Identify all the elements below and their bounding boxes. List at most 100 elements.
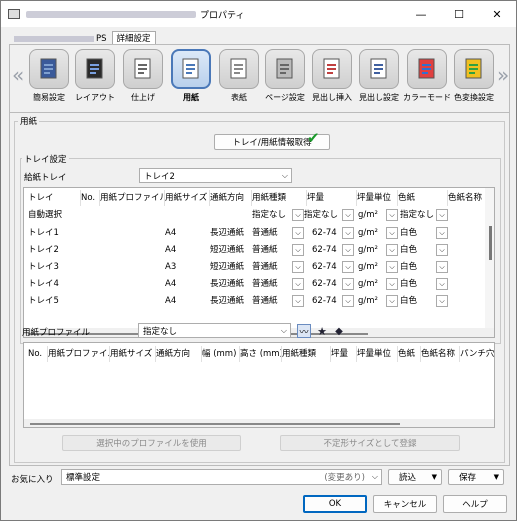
toolbar-item-9[interactable]: 色変換設定: [451, 49, 497, 103]
paper-group-title: 用紙: [18, 115, 40, 127]
tray-table-row[interactable]: トレイ2 A4 短辺通紙 普通紙 62-74 g/m² 白色 ⌵ ⌵ ⌵ ⌵: [24, 242, 485, 258]
toolbar-item-2[interactable]: 仕上げ: [120, 49, 166, 103]
tray-cell: 短辺通紙: [210, 245, 245, 255]
tray-cell: 62-74: [312, 245, 337, 255]
cell-dropdown-icon[interactable]: ⌵: [292, 295, 304, 307]
use-selected-profile-button[interactable]: 選択中のプロファイルを使用: [62, 435, 241, 451]
dropdown-arrow-icon[interactable]: ▼: [494, 473, 499, 481]
star-icon[interactable]: ★: [315, 324, 329, 338]
cell-dropdown-icon[interactable]: ⌵: [386, 244, 398, 256]
tray-cell: A4: [165, 245, 177, 255]
tray-column-header[interactable]: 用紙種類: [252, 190, 307, 206]
dropdown-arrow-icon[interactable]: ▼: [432, 473, 437, 481]
cell-dropdown-icon[interactable]: ⌵: [436, 209, 448, 221]
hscroll-thumb[interactable]: [30, 423, 400, 425]
help-button[interactable]: ヘルプ: [443, 495, 507, 513]
tray-column-header[interactable]: 色紙: [398, 190, 448, 206]
load-button[interactable]: 読込 ▼: [388, 469, 442, 485]
tray-table-vscrollbar[interactable]: [485, 188, 494, 328]
profile-column-header[interactable]: 幅 (mm): [202, 346, 240, 362]
cell-dropdown-icon[interactable]: ⌵: [436, 261, 448, 273]
tray-column-header[interactable]: No.: [81, 190, 100, 206]
register-custom-size-button[interactable]: 不定形サイズとして登録: [280, 435, 460, 451]
paper-profile-select[interactable]: 指定なし ⌵: [138, 323, 291, 338]
cell-dropdown-icon[interactable]: ⌵: [292, 278, 304, 290]
cell-dropdown-icon[interactable]: ⌵: [342, 209, 354, 221]
cell-dropdown-icon[interactable]: ⌵: [386, 261, 398, 273]
feed-tray-select[interactable]: トレイ2 ⌵: [139, 168, 292, 183]
tray-table-row[interactable]: トレイ5 A4 長辺通紙 普通紙 62-74 g/m² 白色 ⌵ ⌵ ⌵ ⌵: [24, 293, 485, 309]
profile-column-header[interactable]: 用紙種類: [282, 346, 331, 362]
profile-column-header[interactable]: No.: [28, 346, 48, 362]
tray-column-header[interactable]: 坪量: [307, 190, 357, 206]
scroll-left-arrow[interactable]: «: [12, 63, 24, 87]
cancel-button[interactable]: キャンセル: [373, 495, 437, 513]
cell-dropdown-icon[interactable]: ⌵: [342, 295, 354, 307]
paper-icon: [171, 49, 211, 89]
minimize-button[interactable]: —: [402, 1, 440, 27]
wave-icon[interactable]: 〰: [297, 324, 311, 338]
tray-table-row[interactable]: トレイ3 A3 短辺通紙 普通紙 62-74 g/m² 白色 ⌵ ⌵ ⌵ ⌵: [24, 259, 485, 275]
profile-column-header[interactable]: 用紙プロファイル: [48, 346, 110, 362]
cell-dropdown-icon[interactable]: ⌵: [386, 209, 398, 221]
toolbar-item-6[interactable]: 見出し挿入: [309, 49, 355, 103]
scroll-right-arrow[interactable]: »: [497, 63, 509, 87]
profile-table-hscrollbar[interactable]: [24, 419, 494, 427]
favorites-changed-label: (変更あり): [324, 473, 365, 483]
tray-cell: A4: [165, 228, 177, 238]
save-button[interactable]: 保存 ▼: [448, 469, 504, 485]
toolbar-item-1[interactable]: レイアウト: [72, 49, 118, 103]
tray-column-header[interactable]: 用紙サイズ: [165, 190, 210, 206]
cell-dropdown-icon[interactable]: ⌵: [386, 278, 398, 290]
cell-dropdown-icon[interactable]: ⌵: [292, 244, 304, 256]
tray-cell: トレイ4: [28, 279, 59, 289]
toolbar-item-label: 色変換設定: [454, 93, 494, 102]
close-button[interactable]: ✕: [478, 1, 516, 27]
cell-dropdown-icon[interactable]: ⌵: [436, 244, 448, 256]
maximize-button[interactable]: ☐: [440, 1, 478, 27]
profile-column-header[interactable]: 坪量単位: [357, 346, 398, 362]
printer-icon: [8, 9, 20, 19]
cell-dropdown-icon[interactable]: ⌵: [436, 295, 448, 307]
favorites-value: 標準設定: [66, 473, 101, 483]
cell-dropdown-icon[interactable]: ⌵: [386, 227, 398, 239]
profile-column-header[interactable]: パンチ穴: [460, 346, 494, 362]
paper-profile-value: 指定なし: [143, 326, 178, 337]
cell-dropdown-icon[interactable]: ⌵: [342, 244, 354, 256]
cell-dropdown-icon[interactable]: ⌵: [342, 261, 354, 273]
cell-dropdown-icon[interactable]: ⌵: [436, 227, 448, 239]
tray-column-header[interactable]: トレイ: [28, 190, 81, 206]
tray-column-header[interactable]: 通紙方向: [210, 190, 252, 206]
cell-dropdown-icon[interactable]: ⌵: [292, 261, 304, 273]
toolbar-item-5[interactable]: ページ設定: [262, 49, 308, 103]
tray-cell: g/m²: [358, 296, 378, 306]
cell-dropdown-icon[interactable]: ⌵: [342, 278, 354, 290]
tag-icon[interactable]: ◆: [332, 324, 346, 338]
cell-dropdown-icon[interactable]: ⌵: [342, 227, 354, 239]
tray-column-header[interactable]: 坪量単位: [357, 190, 398, 206]
toolbar-item-8[interactable]: カラーモード: [403, 49, 451, 103]
tray-column-header[interactable]: 用紙プロファイル: [100, 190, 165, 206]
cell-dropdown-icon[interactable]: ⌵: [436, 278, 448, 290]
favorites-select[interactable]: 標準設定 (変更あり) ⌵: [61, 469, 382, 485]
profile-column-header[interactable]: 高さ (mm): [240, 346, 282, 362]
profile-column-header[interactable]: 色紙名称: [421, 346, 460, 362]
toolbar-item-3[interactable]: 用紙: [168, 49, 214, 103]
toolbar-item-7[interactable]: 見出し設定: [356, 49, 402, 103]
tray-table-row[interactable]: トレイ4 A4 長辺通紙 普通紙 62-74 g/m² 白色 ⌵ ⌵ ⌵ ⌵: [24, 276, 485, 292]
profile-column-header[interactable]: 通紙方向: [156, 346, 202, 362]
profile-table: No. 用紙プロファイル 用紙サイズ 通紙方向幅 (mm) 高さ (mm) 用紙種類 坪量坪…: [23, 342, 495, 428]
tray-cell: A4: [165, 296, 177, 306]
vscroll-thumb[interactable]: [489, 226, 492, 260]
cell-dropdown-icon[interactable]: ⌵: [292, 209, 304, 221]
tab-advanced[interactable]: 詳細設定: [111, 31, 156, 45]
profile-column-header[interactable]: 坪量: [331, 346, 357, 362]
profile-column-header[interactable]: 色紙: [398, 346, 421, 362]
tray-table-row[interactable]: 自動選択 指定なし 指定なし g/m² 指定なし ⌵ ⌵ ⌵ ⌵: [24, 207, 485, 223]
ok-button[interactable]: OK: [303, 495, 367, 513]
tray-table-row[interactable]: トレイ1 A4 長辺通紙 普通紙 62-74 g/m² 白色 ⌵ ⌵ ⌵ ⌵: [24, 225, 485, 241]
cell-dropdown-icon[interactable]: ⌵: [386, 295, 398, 307]
profile-column-header[interactable]: 用紙サイズ: [110, 346, 156, 362]
tab-general[interactable]: PS: [9, 31, 112, 45]
cell-dropdown-icon[interactable]: ⌵: [292, 227, 304, 239]
